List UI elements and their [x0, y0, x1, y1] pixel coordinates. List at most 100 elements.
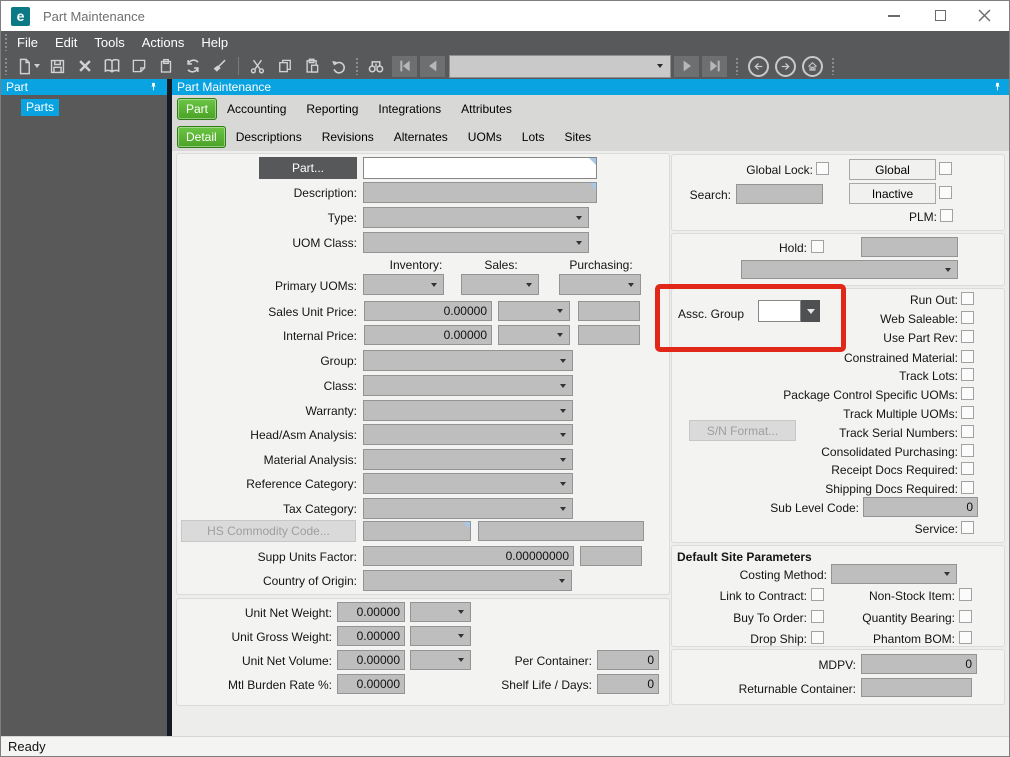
- tab-descriptions[interactable]: Descriptions: [226, 125, 312, 149]
- sales-price-extra-input[interactable]: [578, 301, 640, 321]
- track-multiple-uoms-checkbox[interactable]: [961, 406, 974, 419]
- tab-sites[interactable]: Sites: [554, 125, 601, 149]
- toolbar-grip-handle-2[interactable]: [355, 57, 359, 75]
- constrained-material-checkbox[interactable]: [961, 350, 974, 363]
- navigate-back-button[interactable]: [748, 55, 769, 77]
- warranty-select[interactable]: [363, 400, 573, 421]
- pin-icon[interactable]: [992, 81, 1003, 93]
- tab-uoms[interactable]: UOMs: [458, 125, 512, 149]
- package-control-specific-uoms-checkbox[interactable]: [961, 387, 974, 400]
- internal-price-input[interactable]: 0.00000: [364, 325, 492, 345]
- sales-uom-select[interactable]: [461, 274, 539, 295]
- paste-icon[interactable]: [298, 55, 325, 77]
- sales-unit-price-input[interactable]: 0.00000: [364, 301, 492, 321]
- material-analysis-select[interactable]: [363, 449, 573, 470]
- tab-attributes[interactable]: Attributes: [451, 97, 522, 121]
- menu-help[interactable]: Help: [201, 35, 228, 50]
- mtl-burden-rate-input[interactable]: 0.00000: [337, 674, 405, 694]
- mdpv-input[interactable]: 0: [861, 654, 977, 674]
- home-button[interactable]: [802, 55, 823, 77]
- menu-actions[interactable]: Actions: [142, 35, 185, 50]
- net-weight-uom-select[interactable]: [410, 602, 471, 622]
- track-serial-numbers-checkbox[interactable]: [961, 425, 974, 438]
- tab-lots[interactable]: Lots: [512, 125, 555, 149]
- search-book-icon[interactable]: [98, 55, 125, 77]
- reference-category-select[interactable]: [363, 473, 573, 494]
- previous-record-button[interactable]: [420, 55, 445, 77]
- maximize-button[interactable]: [923, 1, 957, 30]
- head-asm-analysis-select[interactable]: [363, 424, 573, 445]
- global-checkbox[interactable]: [939, 162, 952, 175]
- save-icon[interactable]: [44, 55, 71, 77]
- menu-tools[interactable]: Tools: [94, 35, 124, 50]
- description-input[interactable]: [363, 182, 597, 203]
- toolbar-grip-handle-4[interactable]: [831, 57, 835, 75]
- hs-commodity-code-input[interactable]: [363, 521, 471, 541]
- country-of-origin-select[interactable]: [363, 570, 572, 591]
- gross-weight-uom-select[interactable]: [410, 626, 471, 646]
- delete-icon[interactable]: [71, 55, 98, 77]
- close-button[interactable]: [967, 1, 1001, 30]
- first-record-button[interactable]: [392, 55, 417, 77]
- tab-revisions[interactable]: Revisions: [312, 125, 384, 149]
- tab-accounting[interactable]: Accounting: [217, 97, 296, 121]
- sub-level-code-input[interactable]: 0: [863, 497, 978, 517]
- hold-date-input[interactable]: [861, 237, 958, 257]
- tab-part[interactable]: Part: [177, 98, 218, 120]
- tab-alternates[interactable]: Alternates: [384, 125, 458, 149]
- last-record-button[interactable]: [702, 55, 727, 77]
- new-record-dropdown-icon[interactable]: [34, 64, 40, 68]
- menu-file[interactable]: File: [17, 35, 38, 50]
- web-saleable-checkbox[interactable]: [961, 311, 974, 324]
- consolidated-purchasing-checkbox[interactable]: [961, 444, 974, 457]
- part-input[interactable]: [363, 157, 597, 179]
- navigate-forward-button[interactable]: [775, 55, 796, 77]
- hold-checkbox[interactable]: [811, 240, 824, 253]
- purchasing-uom-select[interactable]: [559, 274, 641, 295]
- attachment-icon[interactable]: [152, 55, 179, 77]
- sn-format-button[interactable]: S/N Format...: [689, 420, 796, 441]
- toolbar-grip-handle-3[interactable]: [735, 57, 739, 75]
- part-button[interactable]: Part...: [259, 157, 357, 179]
- type-select[interactable]: [363, 207, 589, 228]
- global-lock-checkbox[interactable]: [816, 162, 829, 175]
- internal-price-uom-select[interactable]: [498, 325, 570, 345]
- returnable-container-input[interactable]: [861, 678, 972, 697]
- use-part-rev-checkbox[interactable]: [961, 330, 974, 343]
- record-selector-combo[interactable]: [449, 54, 671, 78]
- minimize-button[interactable]: [877, 1, 911, 30]
- inactive-button[interactable]: Inactive: [849, 183, 936, 204]
- receipt-docs-required-checkbox[interactable]: [961, 462, 974, 475]
- unit-net-weight-input[interactable]: 0.00000: [337, 602, 405, 622]
- service-checkbox[interactable]: [961, 521, 974, 534]
- non-stock-item-checkbox[interactable]: [959, 588, 972, 601]
- menu-edit[interactable]: Edit: [55, 35, 77, 50]
- hs-commodity-description-input[interactable]: [478, 521, 644, 541]
- unit-net-volume-input[interactable]: 0.00000: [337, 650, 405, 670]
- per-container-input[interactable]: 0: [597, 650, 659, 670]
- tab-detail[interactable]: Detail: [177, 126, 226, 148]
- supp-units-uom-input[interactable]: [580, 546, 642, 566]
- undo-icon[interactable]: [325, 55, 352, 77]
- costing-method-select[interactable]: [831, 564, 957, 584]
- find-binoculars-icon[interactable]: [362, 55, 389, 77]
- run-out-checkbox[interactable]: [961, 292, 974, 305]
- tax-category-select[interactable]: [363, 498, 573, 519]
- sales-price-uom-select[interactable]: [498, 301, 570, 321]
- inactive-checkbox[interactable]: [939, 186, 952, 199]
- hold-reason-select[interactable]: [741, 260, 958, 279]
- class-select[interactable]: [363, 375, 573, 396]
- shipping-docs-required-checkbox[interactable]: [961, 481, 974, 494]
- track-lots-checkbox[interactable]: [961, 368, 974, 381]
- uom-class-select[interactable]: [363, 232, 589, 253]
- search-input[interactable]: [736, 184, 823, 204]
- menu-grip-handle[interactable]: [4, 33, 8, 51]
- internal-price-extra-input[interactable]: [578, 325, 640, 345]
- next-record-button[interactable]: [674, 55, 699, 77]
- refresh-icon[interactable]: [179, 55, 206, 77]
- group-select[interactable]: [363, 350, 573, 371]
- clear-icon[interactable]: [206, 55, 233, 77]
- supp-units-factor-input[interactable]: 0.00000000: [363, 546, 574, 566]
- tab-reporting[interactable]: Reporting: [296, 97, 368, 121]
- global-button[interactable]: Global: [849, 159, 936, 180]
